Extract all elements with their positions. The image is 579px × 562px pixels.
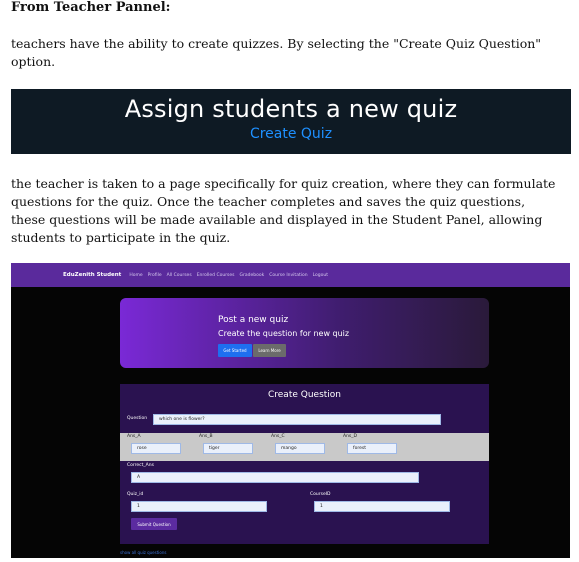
quiz-id-label: Quiz_id xyxy=(127,492,144,497)
nav-enrolled-courses[interactable]: Enrolled Courses xyxy=(197,273,235,278)
ans-c-label: Ans_C xyxy=(271,434,285,439)
nav-all-courses[interactable]: All Courses xyxy=(167,273,192,278)
create-quiz-link[interactable]: Create Quiz xyxy=(11,126,571,142)
nav-profile[interactable]: Profile xyxy=(148,273,162,278)
answers-row: Ans_A rose Ans_B tiger Ans_C mango Ans_D… xyxy=(120,433,489,461)
form-title: Create Question xyxy=(267,390,342,400)
hero-subtitle: Create the question for new quiz xyxy=(218,329,350,338)
nav-course-invitation[interactable]: Course Invitation xyxy=(269,273,307,278)
ans-a-input[interactable]: rose xyxy=(131,443,181,454)
section-heading: From Teacher Pannel: xyxy=(11,0,171,15)
banner-title: Assign students a new quiz xyxy=(124,95,458,123)
get-started-button[interactable]: Get Started xyxy=(218,344,252,357)
ans-d-label: Ans_D xyxy=(343,434,357,439)
correct-ans-input[interactable]: A xyxy=(131,472,419,483)
brand-logo[interactable]: EduZenith Student xyxy=(63,272,121,278)
nav-gradebook[interactable]: Gradebook xyxy=(240,273,265,278)
description-paragraph: the teacher is taken to a page specifica… xyxy=(11,176,556,245)
correct-ans-label: Correct_Ans xyxy=(127,463,154,468)
question-input[interactable]: which one is flower? xyxy=(153,414,441,425)
show-all-questions-link[interactable]: show all quiz questions xyxy=(120,550,166,555)
submit-question-button[interactable]: Submit Question xyxy=(131,518,177,530)
ans-a-label: Ans_A xyxy=(127,434,141,439)
app-screenshot: EduZenith Student Home Profile All Cours… xyxy=(11,263,570,558)
nav-logout[interactable]: Logout xyxy=(313,273,328,278)
question-label: Question xyxy=(127,416,148,421)
hero-title: Post a new quiz xyxy=(218,315,289,325)
quiz-id-input[interactable]: 1 xyxy=(131,501,267,512)
course-id-input[interactable]: 1 xyxy=(314,501,450,512)
course-id-label: CourseID xyxy=(310,492,331,497)
ans-b-input[interactable]: tiger xyxy=(203,443,253,454)
navbar: EduZenith Student Home Profile All Cours… xyxy=(11,263,570,287)
nav-home[interactable]: Home xyxy=(129,273,142,278)
ans-c-input[interactable]: mango xyxy=(275,443,325,454)
learn-more-button[interactable]: Learn More xyxy=(253,344,286,357)
intro-paragraph: teachers have the ability to create quiz… xyxy=(11,36,542,69)
ans-d-input[interactable]: forest xyxy=(347,443,397,454)
create-question-form: Create Question Question which one is fl… xyxy=(120,384,489,544)
assign-quiz-banner: Assign students a new quiz Create Quiz xyxy=(11,89,571,154)
hero-card: Post a new quiz Create the question for … xyxy=(120,298,489,368)
ans-b-label: Ans_B xyxy=(199,434,213,439)
